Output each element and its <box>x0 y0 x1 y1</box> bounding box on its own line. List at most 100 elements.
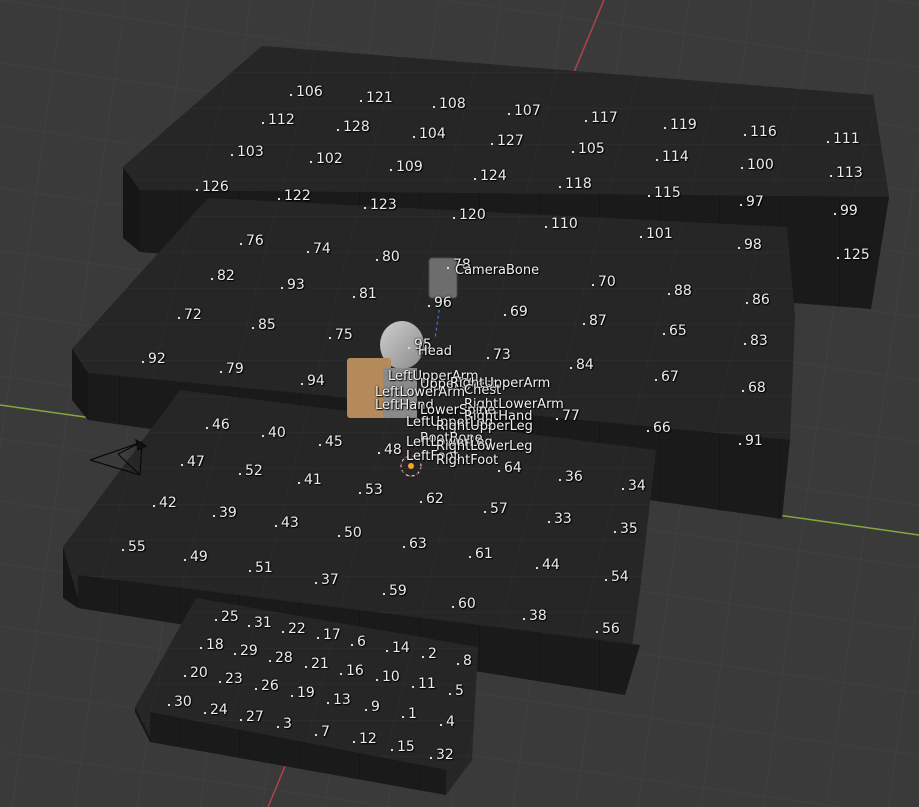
cube-label: 86 <box>746 292 770 308</box>
cube-label: 115 <box>648 185 681 201</box>
cube-label: 7 <box>315 724 330 740</box>
cube-label: 91 <box>739 433 763 449</box>
cube-label: 54 <box>605 569 629 585</box>
cube-label: 98 <box>738 237 762 253</box>
bone-label[interactable]: RightFoot <box>436 454 498 467</box>
cube-label: 3 <box>277 716 292 732</box>
cube-label: 100 <box>741 157 774 173</box>
cube-label: 42 <box>153 495 177 511</box>
cube-label: 107 <box>508 103 541 119</box>
cube-label: 12 <box>353 731 377 747</box>
cube-label: 82 <box>211 268 235 284</box>
bone-label[interactable]: CameraBone <box>455 264 539 277</box>
cube-label: 80 <box>376 249 400 265</box>
cube-label: 23 <box>219 671 243 687</box>
cube-label: 84 <box>570 357 594 373</box>
cube-label: 34 <box>622 478 646 494</box>
cube-label: 38 <box>523 608 547 624</box>
cube-label: 4 <box>440 714 455 730</box>
cube-label: 60 <box>452 596 476 612</box>
cube-label: 114 <box>656 149 689 165</box>
cube-label: 30 <box>168 694 192 710</box>
cube-label: 101 <box>640 226 673 242</box>
cube-label: 124 <box>474 168 507 184</box>
cube-label: 20 <box>184 665 208 681</box>
cube-label: 29 <box>234 643 258 659</box>
bone-label[interactable]: Head <box>418 345 452 358</box>
cube-label: 35 <box>614 521 638 537</box>
cube-label: 72 <box>178 307 202 323</box>
cube-label: 87 <box>583 313 607 329</box>
cube-label: 25 <box>215 609 239 625</box>
cube-label: 39 <box>213 505 237 521</box>
cube-label: 92 <box>142 351 166 367</box>
cube-label: 49 <box>184 549 208 565</box>
cube-label: 40 <box>262 425 286 441</box>
cube-label: 57 <box>484 501 508 517</box>
cube-label: 43 <box>275 515 299 531</box>
cube-label: 106 <box>290 84 323 100</box>
cube-label: 14 <box>386 640 410 656</box>
cube-label: 66 <box>647 420 671 436</box>
cube-label: 10 <box>376 669 400 685</box>
cube-label: 32 <box>430 747 454 763</box>
cube-label: 17 <box>317 627 341 643</box>
cube-label: 105 <box>572 141 605 157</box>
cube-label: 52 <box>239 463 263 479</box>
cube-label: 33 <box>548 511 572 527</box>
cube-label: 81 <box>353 286 377 302</box>
cube-label: 111 <box>827 131 860 147</box>
cube-label: 22 <box>282 621 306 637</box>
cube-label: 44 <box>536 557 560 573</box>
cube-label: 122 <box>278 188 311 204</box>
cube-label: 67 <box>655 369 679 385</box>
cube-label: 97 <box>740 194 764 210</box>
cube-label: 94 <box>301 373 325 389</box>
cube-label: 37 <box>315 572 339 588</box>
cube-label: 96 <box>428 295 452 311</box>
cube-label: 99 <box>834 203 858 219</box>
cube-label: 16 <box>340 663 364 679</box>
cube-label: 83 <box>744 333 768 349</box>
cube-label: 15 <box>391 739 415 755</box>
cube-label: 21 <box>305 656 329 672</box>
cube-label: 31 <box>248 615 272 631</box>
cube-label: 69 <box>504 304 528 320</box>
cube-label: 128 <box>337 119 370 135</box>
cube-label: 65 <box>663 323 687 339</box>
cube-label: 47 <box>181 454 205 470</box>
cube-label: 9 <box>365 699 380 715</box>
cube-label: 93 <box>281 277 305 293</box>
cube-label: 56 <box>596 621 620 637</box>
cube-label: 75 <box>329 327 353 343</box>
cube-label: 63 <box>403 536 427 552</box>
cube-label: 45 <box>319 434 343 450</box>
cube-label: 125 <box>837 247 870 263</box>
cube-label: 113 <box>830 165 863 181</box>
bone-label[interactable]: Chest <box>464 384 501 397</box>
cube-label: 27 <box>240 709 264 725</box>
cube-label: 103 <box>231 144 264 160</box>
cube-label: 28 <box>269 650 293 666</box>
cube-label: 117 <box>585 110 618 126</box>
cube-label: 53 <box>359 482 383 498</box>
cube-label: 61 <box>469 546 493 562</box>
cube-label: 118 <box>559 176 592 192</box>
cube-label: 6 <box>351 634 366 650</box>
cube-label: 79 <box>220 361 244 377</box>
cube-label: 77 <box>556 408 580 424</box>
cube-label: 1 <box>402 706 417 722</box>
cube-label: 110 <box>545 216 578 232</box>
cube-label: 48 <box>378 442 402 458</box>
cube-label: 41 <box>298 472 322 488</box>
cube-label: 55 <box>122 539 146 555</box>
cube-label: 8 <box>457 653 472 669</box>
cube-label: 46 <box>206 417 230 433</box>
cube-label: 116 <box>744 124 777 140</box>
cube-label: 88 <box>668 283 692 299</box>
cube-label: 102 <box>310 151 343 167</box>
cube-label: 73 <box>487 347 511 363</box>
cube-label: 50 <box>338 525 362 541</box>
cube-label: 126 <box>196 179 229 195</box>
cube-label: 108 <box>433 96 466 112</box>
